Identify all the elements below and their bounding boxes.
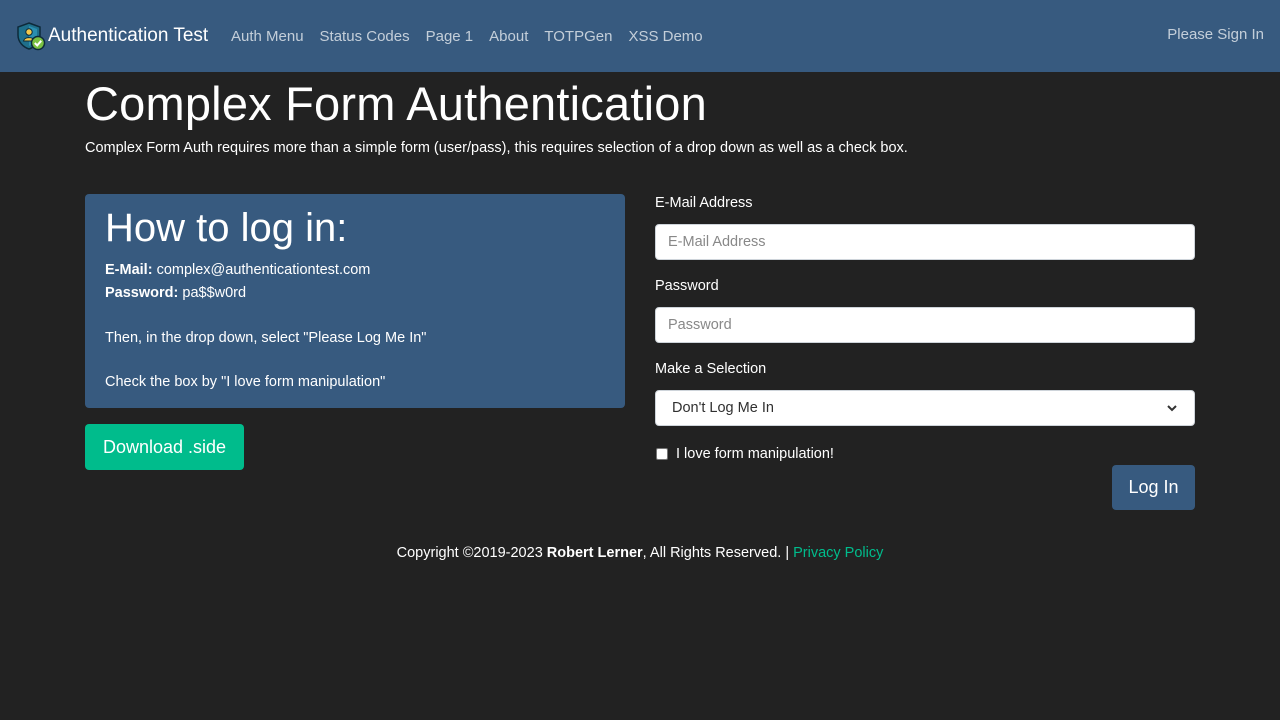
- password-field[interactable]: [655, 307, 1195, 343]
- nav-link-xss-demo[interactable]: XSS Demo: [628, 28, 702, 45]
- login-instructions-card: How to log in: E-Mail: complex@authentic…: [85, 194, 625, 408]
- brand-link[interactable]: Authentication Test: [16, 20, 208, 52]
- love-form-checkbox-row: I love form manipulation!: [655, 445, 834, 463]
- sign-in-link[interactable]: Please Sign In: [1167, 26, 1264, 43]
- love-form-checkbox[interactable]: [656, 448, 668, 460]
- instructions-email-label: E-Mail:: [105, 262, 153, 278]
- nav-link-page-1[interactable]: Page 1: [426, 28, 474, 45]
- brand-title: Authentication Test: [48, 25, 209, 46]
- nav-link-auth-menu[interactable]: Auth Menu: [231, 28, 304, 45]
- nav-link-status-codes[interactable]: Status Codes: [320, 28, 410, 45]
- email-field[interactable]: [655, 224, 1195, 260]
- chevron-down-icon: [1167, 405, 1177, 412]
- love-form-checkbox-label[interactable]: I love form manipulation!: [676, 446, 834, 462]
- log-in-button[interactable]: Log In: [1112, 465, 1195, 510]
- footer-author: Robert Lerner: [546, 545, 643, 561]
- instructions-dropdown-step: Then, in the drop down, select "Please L…: [105, 330, 427, 346]
- page-title: Complex Form Authentication: [85, 77, 707, 130]
- instructions-heading: How to log in:: [105, 206, 348, 250]
- selection-label: Make a Selection: [655, 361, 767, 377]
- selection-dropdown[interactable]: Don't Log Me In: [655, 390, 1195, 426]
- nav-links: Auth Menu Status Codes Page 1 About TOTP…: [231, 26, 719, 46]
- shield-check-icon: [17, 22, 46, 51]
- instructions-email-line: E-Mail: complex@authenticationtest.com: [105, 262, 370, 278]
- password-label: Password: [655, 278, 719, 294]
- instructions-password-value: pa$$w0rd: [182, 285, 247, 301]
- privacy-policy-link[interactable]: Privacy Policy: [793, 545, 883, 561]
- footer: Copyright ©2019-2023 Robert Lerner, All …: [0, 545, 1280, 561]
- instructions-email-value: complex@authenticationtest.com: [156, 262, 371, 278]
- nav-link-about[interactable]: About: [489, 28, 528, 45]
- selection-value: Don't Log Me In: [672, 400, 774, 416]
- footer-copyright-suffix: , All Rights Reserved. |: [642, 545, 794, 561]
- download-side-button[interactable]: Download .side: [85, 424, 244, 470]
- footer-copyright-prefix: Copyright ©2019-2023: [396, 545, 547, 561]
- instructions-checkbox-step: Check the box by "I love form manipulati…: [105, 374, 386, 390]
- instructions-password-line: Password: pa$$w0rd: [105, 285, 246, 301]
- top-navbar: Authentication Test Auth Menu Status Cod…: [0, 0, 1280, 72]
- page-description: Complex Form Auth requires more than a s…: [85, 140, 908, 156]
- email-label: E-Mail Address: [655, 195, 753, 211]
- nav-link-totpgen[interactable]: TOTPGen: [544, 28, 612, 45]
- instructions-password-label: Password:: [105, 285, 179, 301]
